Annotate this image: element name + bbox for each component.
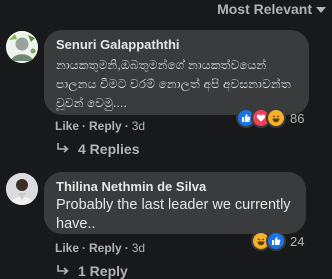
comment-author[interactable]: Thilina Nethmin de Silva	[56, 179, 294, 195]
haha-icon	[266, 108, 286, 128]
view-replies-button[interactable]: 1 Reply	[56, 263, 128, 279]
like-link[interactable]: Like	[55, 119, 79, 133]
comment-actions: Like · Reply · 3d	[55, 119, 145, 133]
caret-down-icon	[316, 7, 326, 13]
reply-link[interactable]: Reply	[89, 119, 122, 133]
reply-link[interactable]: Reply	[89, 241, 122, 255]
reply-arrow-icon	[57, 143, 69, 153]
separator-dot: ·	[82, 241, 87, 255]
comment-bubble: Thilina Nethmin de Silva Probably the la…	[44, 172, 306, 234]
separator-dot: ·	[124, 241, 129, 255]
separator-dot: ·	[124, 119, 129, 133]
replies-count-label: 4 Replies	[78, 141, 140, 157]
like-icon	[266, 231, 286, 251]
like-link[interactable]: Like	[55, 241, 79, 255]
comment-text: Probably the last leader we currently ha…	[56, 197, 291, 232]
reaction-count: 24	[290, 233, 305, 249]
comment-actions: Like · Reply · 3d	[55, 241, 145, 255]
reply-arrow-icon	[57, 265, 69, 275]
reaction-summary[interactable]: 86	[236, 108, 304, 128]
sort-label: Most Relevant	[217, 1, 312, 17]
avatar[interactable]	[6, 173, 38, 205]
timestamp[interactable]: 3d	[132, 119, 145, 133]
comment-text: නායකතුමනි,ඔබතුමන්ගේ නායකත්වයෙන් පාලනය වී…	[56, 58, 291, 110]
separator-dot: ·	[82, 119, 87, 133]
timestamp[interactable]: 3d	[132, 241, 145, 255]
avatar[interactable]	[6, 31, 38, 63]
sort-dropdown[interactable]: Most Relevant	[217, 1, 326, 17]
replies-count-label: 1 Reply	[78, 263, 128, 279]
view-replies-button[interactable]: 4 Replies	[56, 141, 139, 157]
comment-author[interactable]: Senuri Galappaththi	[56, 37, 297, 53]
reaction-summary[interactable]: 24	[251, 231, 304, 251]
reaction-count: 86	[290, 110, 305, 126]
comment-bubble: Senuri Galappaththi නායකතුමනි,ඔබතුමන්ගේ …	[44, 30, 309, 115]
